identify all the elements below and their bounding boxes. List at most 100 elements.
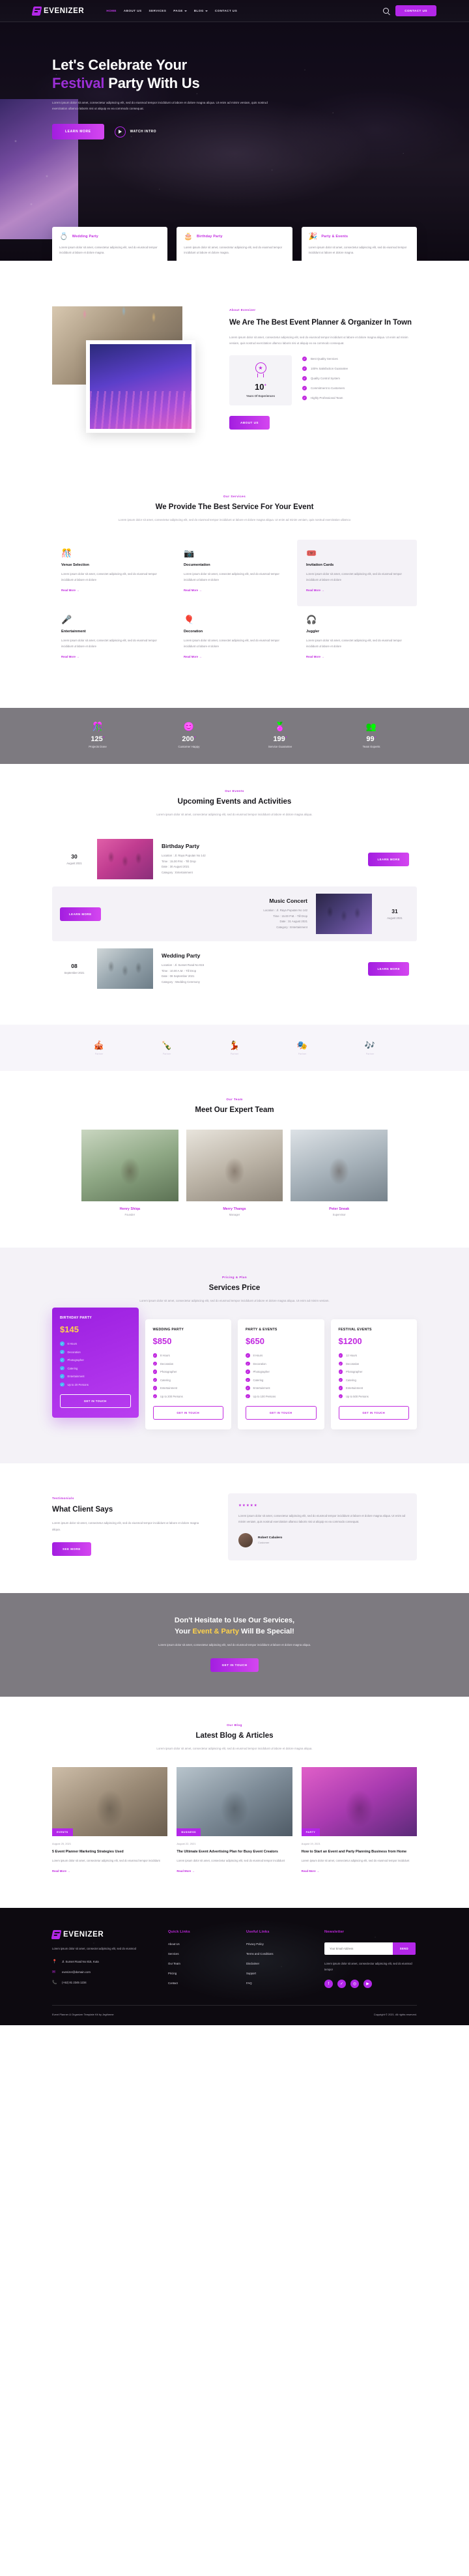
pricing-card: FESTIVAL EVENTS $1200 ✓ 12 Hours ✓ Decoration… xyxy=(330,1319,417,1430)
blog-read-more-link[interactable]: Read More → xyxy=(302,1869,319,1873)
pricing-feature: ✓ Up to 20 Persons xyxy=(60,1382,131,1387)
service-card: 🎤 Entertainment Lorem ipsum dolor sit amet… xyxy=(52,606,172,673)
phone-icon: 📞 xyxy=(52,1980,57,1985)
footer-link-disclaimer[interactable]: Disclaimer xyxy=(246,1962,306,1965)
footer-link-our-team[interactable]: Our Team xyxy=(168,1962,228,1965)
pricing-get-in-touch-button[interactable]: GET IN TOUCH xyxy=(152,1406,223,1420)
service-read-more-link[interactable]: Read More → xyxy=(184,655,201,658)
stat-number: 200+ xyxy=(182,735,196,744)
nav-item-contact-us[interactable]: CONTACT US xyxy=(215,9,237,12)
newsletter-email-input[interactable] xyxy=(324,1942,393,1955)
footer-link-services[interactable]: Services xyxy=(168,1952,228,1955)
pricing-feature-label: 6 Hours xyxy=(67,1342,78,1346)
footer-contact-text: evenizer@domain.com xyxy=(62,1970,91,1974)
event-body: Wedding Party Location : Jl. Sunset Road … xyxy=(162,952,360,985)
footer-link-terms-and-conditions[interactable]: Terms and Conditions xyxy=(246,1952,306,1955)
events-heading: Upcoming Events and Activities xyxy=(177,798,292,806)
pricing-feature-label: Decoration xyxy=(346,1362,360,1366)
pricing-feature: ✓ Decoration xyxy=(152,1361,224,1366)
service-read-more-link[interactable]: Read More → xyxy=(306,589,324,592)
pricing-feature: ✓ Photographer xyxy=(60,1358,131,1362)
footer-contact-item: ✉ evenizer@domain.com xyxy=(52,1970,150,1974)
event-learn-more-button[interactable]: LEARN MORE xyxy=(368,961,409,976)
footer-description: Lorem ipsum dolor sit amet, consectet ad… xyxy=(52,1947,136,1951)
cta-button[interactable]: GET IN TOUCH xyxy=(210,1658,259,1672)
service-card: 📷 Documentation Lorem ipsum dolor sit amet… xyxy=(175,540,294,606)
event-meta: Location : Jl. Raya Puputan No 142 Time :… xyxy=(162,853,360,875)
check-circle-icon: ✓ xyxy=(338,1361,343,1366)
cta-line2-a: Your xyxy=(175,1627,193,1635)
footer-link-faq[interactable]: FAQ xyxy=(246,1982,306,1985)
service-read-more-link[interactable]: Read More → xyxy=(61,589,79,592)
check-circle-icon: ✓ xyxy=(338,1377,343,1383)
instagram-icon[interactable]: ◎ xyxy=(350,1980,359,1989)
useful-links-list: Privacy Policy Terms and Conditions Discla… xyxy=(246,1942,306,1985)
service-card: 🎈 Decoration Lorem ipsum dolor sit amet, c… xyxy=(175,606,294,673)
event-month: August 2021 xyxy=(66,862,82,866)
birthday-cake-icon: 🎂 xyxy=(184,232,193,241)
check-circle-icon: ✓ xyxy=(338,1394,343,1399)
nav-item-blog[interactable]: BLOG xyxy=(194,9,208,12)
event-learn-more-button[interactable]: LEARN MORE xyxy=(60,907,101,921)
facebook-icon[interactable]: f xyxy=(324,1980,333,1989)
pricing-plan-price: $650 xyxy=(246,1336,264,1347)
hero-feature-text: Lorem ipsum dolor sit amet, consectetur … xyxy=(59,245,158,255)
service-read-more-link[interactable]: Read More → xyxy=(61,655,79,658)
event-day: 30 xyxy=(71,853,78,860)
newsletter-send-button[interactable]: SEND xyxy=(392,1942,416,1955)
pricing-feature: ✓ Up to 200 Persons xyxy=(152,1394,224,1399)
check-circle-icon: ✓ xyxy=(152,1353,157,1358)
check-circle-icon: ✓ xyxy=(246,1361,250,1366)
about-check-label: Commitment to Customers xyxy=(311,387,345,390)
see-more-button[interactable]: SEE MORE xyxy=(52,1542,91,1556)
search-icon[interactable] xyxy=(383,8,390,14)
nav-item-about-us[interactable]: ABOUT US xyxy=(124,9,142,12)
blog-read-more-link[interactable]: Read More → xyxy=(52,1869,70,1873)
footer-link-pricing[interactable]: Pricing xyxy=(168,1972,228,1975)
event-learn-more-button[interactable]: LEARN MORE xyxy=(368,852,409,866)
blog-excerpt: Lorem ipsum dolor sit amet, consectetur … xyxy=(52,1859,160,1863)
pricing-get-in-touch-button[interactable]: GET IN TOUCH xyxy=(338,1406,409,1420)
hero-feature-card: 🎉 Party & Events Lorem ipsum dolor sit ame… xyxy=(301,226,417,261)
pricing-get-in-touch-button[interactable]: GET IN TOUCH xyxy=(246,1406,317,1420)
blog-read-more-link[interactable]: Read More → xyxy=(177,1869,194,1873)
check-circle-icon: ✓ xyxy=(152,1361,157,1366)
nav-item-home[interactable]: HOME xyxy=(106,9,117,12)
nav-item-page[interactable]: PAGE xyxy=(173,9,187,12)
social-links: f ✓ ◎ ▶ xyxy=(324,1980,417,1989)
pricing-get-in-touch-button[interactable]: GET IN TOUCH xyxy=(60,1394,131,1409)
check-circle-icon: ✓ xyxy=(60,1349,64,1354)
service-read-more-link[interactable]: Read More → xyxy=(184,589,201,592)
pricing-plan-price: $850 xyxy=(152,1336,172,1347)
brand-item: 💃 Partner xyxy=(201,1040,268,1055)
main-nav: HOME ABOUT US SERVICES PAGE BLOG CONTACT US xyxy=(106,9,237,12)
footer-link-contact[interactable]: Contact xyxy=(168,1982,228,1985)
footer-link-support[interactable]: Support xyxy=(246,1972,306,1975)
header-contact-button[interactable]: CONTACT US xyxy=(395,5,436,16)
team-member-card: Peter Sneak Supervisor xyxy=(291,1130,388,1216)
footer-link-about-us[interactable]: About Us xyxy=(168,1942,228,1946)
award-medal-icon: ★ xyxy=(254,362,267,377)
hero-feature-card: 💍 Wedding Party Lorem ipsum dolor sit amet… xyxy=(52,226,168,261)
stat-item: 🎊 125+ Projects Done xyxy=(52,722,143,748)
about-check-item: ✓ Commitment to Customers xyxy=(302,386,417,391)
about-us-button[interactable]: ABOUT US xyxy=(229,416,270,430)
footer-link-privacy-policy[interactable]: Privacy Policy xyxy=(246,1942,306,1946)
twitter-icon[interactable]: ✓ xyxy=(337,1980,346,1989)
team-section: Our Team Meet Our Expert Team Henry Shiq… xyxy=(0,1071,469,1248)
pricing-feature-label: Photographer xyxy=(67,1358,84,1362)
youtube-icon[interactable]: ▶ xyxy=(363,1980,372,1989)
event-meta-line: Category : Wedding Ceremony xyxy=(162,980,200,984)
pricing-feature-label: Catering xyxy=(346,1378,356,1382)
hero-learn-more-button[interactable]: LEARN MORE xyxy=(52,124,104,140)
brand-name: Partner xyxy=(298,1053,307,1056)
logo[interactable]: EVENIZER xyxy=(31,6,84,16)
footer-logo[interactable]: EVENIZER xyxy=(51,1930,150,1940)
pricing-feature-list: ✓ 12 Hours ✓ Decoration ✓ Photographer ✓ Cateri… xyxy=(338,1353,410,1399)
watch-intro-button[interactable]: WATCH INTRO xyxy=(114,126,156,138)
juggler-icon: 🎧 xyxy=(306,615,317,625)
about-check-item: ✓ Best Quality Services xyxy=(302,357,417,362)
nav-item-services[interactable]: SERVICES xyxy=(149,9,167,12)
hero-feature-text: Lorem ipsum dolor sit amet, consectetur … xyxy=(308,245,407,255)
service-read-more-link[interactable]: Read More → xyxy=(306,655,324,658)
